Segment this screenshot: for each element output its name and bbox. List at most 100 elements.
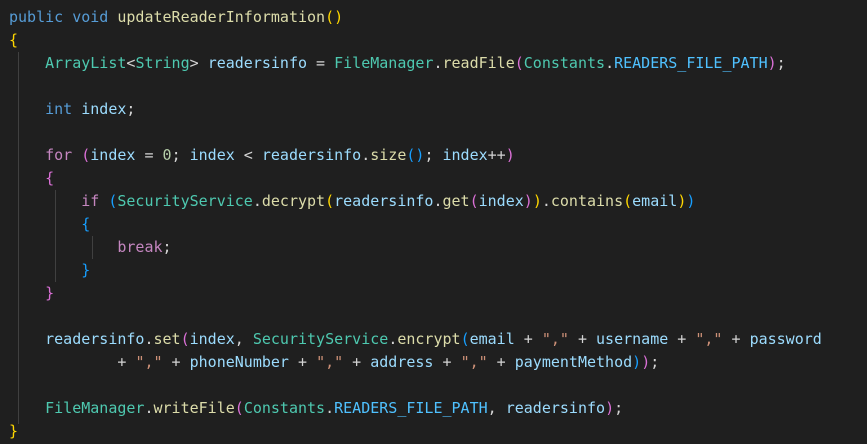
code-token: phoneNumber — [189, 353, 289, 371]
code-line[interactable]: } — [9, 282, 54, 305]
code-token: READERS_FILE_PATH — [334, 399, 488, 417]
code-token: + — [288, 353, 317, 371]
code-token: updateReaderInformation — [117, 8, 326, 26]
code-line[interactable]: { — [9, 213, 90, 236]
code-line[interactable]: int index; — [9, 98, 135, 121]
code-line[interactable]: for (index = 0; index < readersinfo.size… — [9, 144, 515, 167]
code-token: ) — [632, 353, 642, 371]
code-token: . — [605, 54, 615, 72]
code-token: SecurityService — [117, 192, 253, 210]
code-line[interactable]: break; — [9, 236, 172, 259]
code-token: . — [144, 399, 154, 417]
code-token: ( — [623, 192, 633, 210]
code-token: ; — [126, 100, 136, 118]
code-editor[interactable]: public void updateReaderInformation(){ A… — [0, 0, 867, 444]
code-token: readersinfo — [505, 399, 606, 417]
code-token: ( — [234, 399, 244, 417]
code-line[interactable]: } — [9, 420, 18, 443]
code-token: decrypt — [261, 192, 326, 210]
code-token: = — [307, 54, 335, 72]
code-token: ( — [514, 54, 524, 72]
code-token: index — [90, 146, 136, 164]
code-line[interactable]: ArrayList<String> readersinfo = FileMana… — [9, 52, 786, 75]
code-token: FileManager — [45, 399, 145, 417]
code-token: ) — [605, 399, 615, 417]
code-token: break — [117, 238, 163, 256]
code-line[interactable]: readersinfo.set(index, SecurityService.e… — [9, 328, 822, 351]
code-token: ++ — [487, 146, 506, 164]
code-token: readFile — [442, 54, 515, 72]
code-token: int — [45, 100, 73, 118]
code-line[interactable]: public void updateReaderInformation() — [9, 6, 343, 29]
code-token: . — [325, 399, 335, 417]
code-token: () — [325, 8, 344, 26]
code-token: ; — [776, 54, 786, 72]
code-token: } — [9, 422, 19, 440]
code-token: ; — [162, 238, 172, 256]
code-token: ) — [641, 353, 651, 371]
code-token: { — [45, 169, 55, 187]
code-token: String — [135, 54, 190, 72]
code-token: "," — [695, 330, 723, 348]
code-token: Constants — [243, 399, 326, 417]
code-line[interactable]: + "," + phoneNumber + "," + address + ",… — [9, 351, 659, 374]
code-token: index — [81, 100, 127, 118]
code-token: password — [749, 330, 822, 348]
code-token: . — [433, 192, 443, 210]
code-token: for — [45, 146, 73, 164]
code-token: ; — [424, 146, 443, 164]
code-token: address — [370, 353, 434, 371]
code-token: { — [9, 31, 19, 49]
code-token: () — [406, 146, 425, 164]
code-token: , — [234, 330, 253, 348]
code-token: "," — [460, 353, 488, 371]
code-token: + — [514, 330, 542, 348]
code-token: + — [487, 353, 515, 371]
code-token: . — [361, 146, 371, 164]
code-token: + — [9, 353, 136, 371]
code-token: ) — [505, 146, 515, 164]
code-token: index — [478, 192, 524, 210]
code-line[interactable]: if (SecurityService.decrypt(readersinfo.… — [9, 190, 695, 213]
code-token: ( — [325, 192, 335, 210]
code-line[interactable]: { — [9, 167, 54, 190]
code-token: if — [81, 192, 100, 210]
code-token: FileManager — [334, 54, 434, 72]
code-token: ; — [614, 399, 624, 417]
code-token: public — [9, 8, 64, 26]
code-token: { — [81, 215, 91, 233]
code-line[interactable]: } — [9, 259, 90, 282]
code-token: ( — [460, 330, 470, 348]
code-token: void — [72, 8, 109, 26]
code-token: 0 — [162, 146, 172, 164]
code-token: readersinfo — [261, 146, 362, 164]
code-line[interactable]: FileManager.writeFile(Constants.READERS_… — [9, 397, 623, 420]
code-line[interactable]: { — [9, 29, 18, 52]
code-token: size — [370, 146, 407, 164]
code-token: + — [433, 353, 461, 371]
code-token: writeFile — [153, 399, 235, 417]
code-token: ArrayList — [45, 54, 127, 72]
code-token: ; — [171, 146, 190, 164]
code-token: email — [469, 330, 515, 348]
code-token: } — [81, 261, 91, 279]
code-token: READERS_FILE_PATH — [614, 54, 768, 72]
code-token: + — [343, 353, 371, 371]
code-token: + — [722, 330, 750, 348]
code-token: ) — [686, 192, 696, 210]
code-token: . — [144, 330, 154, 348]
code-token: readersinfo — [45, 330, 145, 348]
code-token: "," — [316, 353, 344, 371]
code-token: . — [541, 192, 551, 210]
code-token: "," — [135, 353, 163, 371]
code-token: email — [632, 192, 678, 210]
code-token: readersinfo — [207, 54, 308, 72]
code-token: ) — [523, 192, 533, 210]
code-token: contains — [550, 192, 624, 210]
